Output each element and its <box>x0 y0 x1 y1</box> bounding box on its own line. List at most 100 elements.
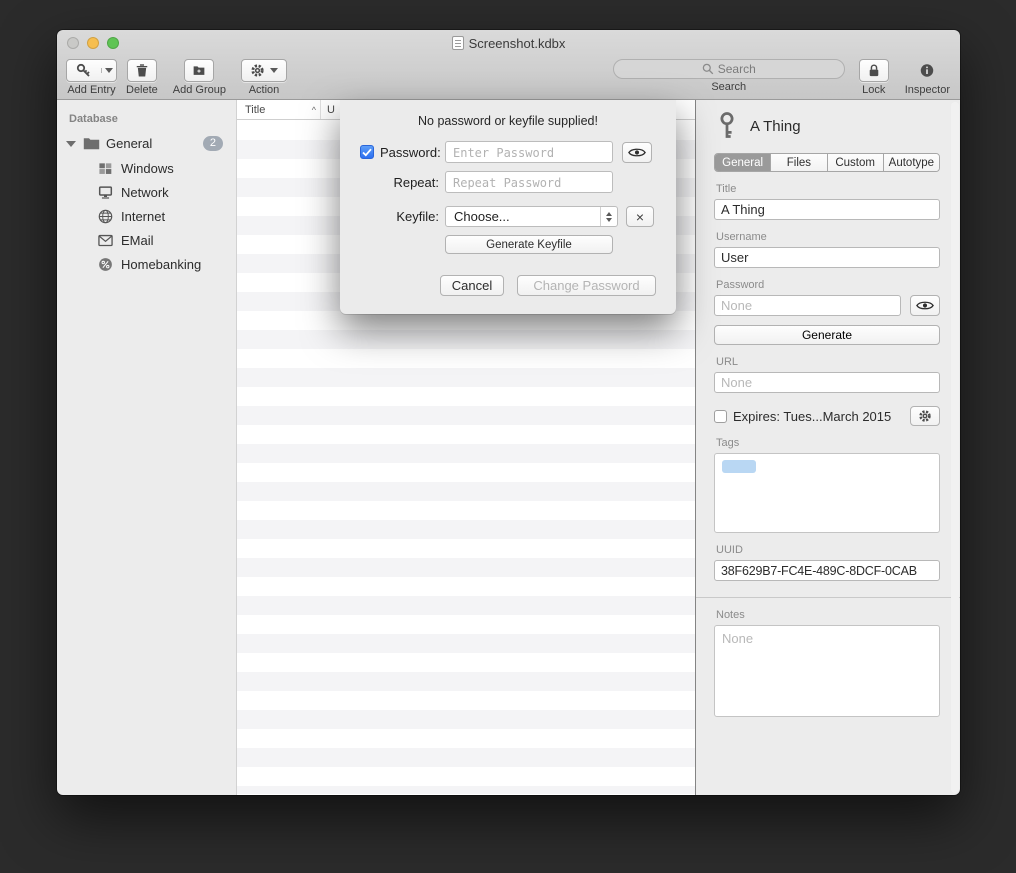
envelope-icon <box>98 234 113 247</box>
sidebar-section-header: Database <box>57 100 236 131</box>
tags-field-label: Tags <box>716 437 940 449</box>
window-title: Screenshot.kdbx <box>469 36 566 51</box>
select-stepper-icon <box>600 207 616 226</box>
delete-button[interactable] <box>127 59 157 82</box>
add-entry-dropdown[interactable] <box>101 68 116 73</box>
repeat-row: Repeat: <box>360 171 656 193</box>
change-password-button[interactable]: Change Password <box>517 275 656 296</box>
notes-field[interactable]: None <box>714 625 940 717</box>
sidebar-item-internet[interactable]: Internet <box>57 204 236 228</box>
chevron-down-icon <box>270 68 278 73</box>
sidebar-group-general[interactable]: General 2 <box>57 131 236 156</box>
toolbar: Add Entry Delete <box>57 56 960 100</box>
sidebar-item-email[interactable]: EMail <box>57 228 236 252</box>
desktop-background: Screenshot.kdbx <box>0 0 1016 873</box>
uuid-field[interactable] <box>714 560 940 581</box>
keyfile-select[interactable]: Choose... <box>445 206 618 227</box>
title-field[interactable] <box>714 199 940 220</box>
sidebar-item-homebanking[interactable]: Homebanking <box>57 252 236 276</box>
toolbar-item-add-entry: Add Entry <box>66 59 117 96</box>
generate-password-button[interactable]: Generate <box>714 325 940 345</box>
tags-field[interactable] <box>714 453 940 533</box>
password-field-row <box>714 295 940 316</box>
sidebar-item-network[interactable]: Network <box>57 180 236 204</box>
folder-icon <box>83 137 100 150</box>
url-field-label: URL <box>716 356 940 368</box>
windows-icon <box>98 161 113 176</box>
sidebar-item-label: Homebanking <box>121 257 201 272</box>
expires-settings-button[interactable] <box>910 406 940 426</box>
action-button[interactable] <box>241 59 287 82</box>
inspector-button[interactable] <box>912 59 942 82</box>
reveal-password-button[interactable] <box>910 295 940 316</box>
add-group-button[interactable] <box>184 59 214 82</box>
tab-files[interactable]: Files <box>771 154 827 171</box>
window-chrome: Screenshot.kdbx <box>57 30 960 100</box>
dialog-actions: Cancel Change Password <box>360 275 656 296</box>
notes-placeholder: None <box>722 631 753 646</box>
network-icon <box>98 185 113 200</box>
document-icon <box>452 36 464 50</box>
sidebar-item-label: Windows <box>121 161 174 176</box>
password-field[interactable] <box>714 295 901 316</box>
entry-title: A Thing <box>750 118 801 135</box>
username-field[interactable] <box>714 247 940 268</box>
keyfile-row: Keyfile: Choose... × <box>360 206 656 227</box>
sidebar: Database General 2 Windows <box>57 100 237 795</box>
search-placeholder: Search <box>718 62 756 76</box>
tab-autotype[interactable]: Autotype <box>884 154 939 171</box>
sidebar-item-label: Network <box>121 185 169 200</box>
change-password-dialog: No password or keyfile supplied! Passwor… <box>340 100 676 314</box>
search-label: Search <box>711 81 746 93</box>
tab-custom[interactable]: Custom <box>828 154 884 171</box>
tab-general[interactable]: General <box>715 154 771 171</box>
cancel-button[interactable]: Cancel <box>440 275 504 296</box>
app-window: Screenshot.kdbx <box>57 30 960 795</box>
sidebar-item-windows[interactable]: Windows <box>57 156 236 180</box>
tag-token[interactable] <box>722 460 756 473</box>
globe-icon <box>98 209 113 224</box>
uuid-field-label: UUID <box>716 544 940 556</box>
action-label: Action <box>249 84 280 96</box>
title-field-label: Title <box>716 183 940 195</box>
url-field[interactable] <box>714 372 940 393</box>
gear-icon <box>918 409 932 423</box>
search-icon <box>702 63 714 75</box>
toolbar-item-lock: Lock <box>859 59 889 96</box>
reveal-password-button[interactable] <box>622 142 652 163</box>
checkmark-icon <box>362 148 372 157</box>
disclosure-triangle-icon[interactable] <box>66 141 76 147</box>
toolbar-item-action: Action <box>241 59 287 96</box>
lock-label: Lock <box>862 84 885 96</box>
column-title-label: Title <box>245 104 265 116</box>
generate-keyfile-button[interactable]: Generate Keyfile <box>445 235 613 254</box>
password-label: Password: <box>380 145 445 160</box>
titlebar[interactable]: Screenshot.kdbx <box>57 30 960 56</box>
toolbar-item-delete: Delete <box>126 59 158 96</box>
folder-plus-icon <box>193 64 205 77</box>
lock-button[interactable] <box>859 59 889 82</box>
search-input[interactable]: Search <box>613 59 845 79</box>
repeat-password-input[interactable] <box>445 171 613 193</box>
password-field-label: Password <box>716 279 940 291</box>
inspector-panel: A Thing General Files Custom Autotype Ti… <box>696 100 960 795</box>
column-header-username[interactable]: U <box>321 104 335 116</box>
inspector-label: Inspector <box>905 84 950 96</box>
close-icon: × <box>636 209 644 225</box>
keyfile-selected-value: Choose... <box>446 209 600 224</box>
password-checkbox[interactable] <box>360 145 374 159</box>
add-entry-button[interactable] <box>66 59 117 82</box>
generate-keyfile-row: Generate Keyfile <box>360 235 656 254</box>
clear-keyfile-button[interactable]: × <box>626 206 654 227</box>
dialog-message: No password or keyfile supplied! <box>360 114 656 128</box>
inspector-header: A Thing <box>716 111 940 141</box>
expires-checkbox[interactable] <box>714 410 727 423</box>
password-input[interactable] <box>445 141 613 163</box>
sidebar-group-label: General <box>106 136 152 151</box>
sidebar-item-label: Internet <box>121 209 165 224</box>
column-header-title[interactable]: Title ^ <box>237 100 321 119</box>
toolbar-item-add-group: Add Group <box>173 59 226 96</box>
inspector-scrollbar[interactable] <box>951 102 959 793</box>
window-title-area: Screenshot.kdbx <box>57 30 960 56</box>
gear-icon <box>250 63 265 78</box>
